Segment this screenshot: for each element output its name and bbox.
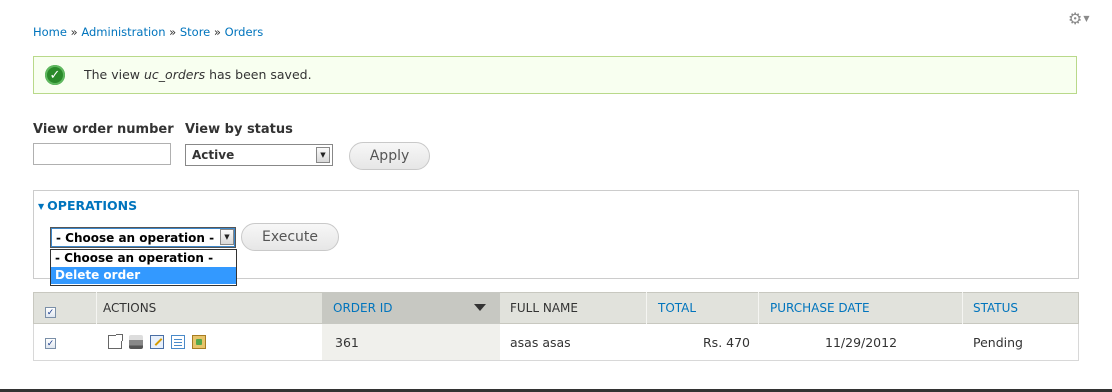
status-label: View by status xyxy=(185,122,293,137)
breadcrumb-home[interactable]: Home xyxy=(33,25,67,39)
message-prefix: The view xyxy=(84,67,141,82)
full-name-header: FULL NAME xyxy=(510,301,578,315)
message-suffix: has been saved. xyxy=(209,67,312,82)
purchase-date-header[interactable]: PURCHASE DATE xyxy=(770,292,870,324)
actions-header: ACTIONS xyxy=(103,301,157,315)
order-id-link[interactable]: 361 xyxy=(335,335,359,350)
breadcrumb: Home » Administration » Store » Orders xyxy=(33,25,263,39)
operation-select[interactable]: - Choose an operation - ▼ xyxy=(50,227,236,248)
status-message: ✓ The view uc_orders has been saved. xyxy=(33,56,1077,94)
dropdown-arrow-icon: ▼ xyxy=(220,229,234,245)
total-cell: Rs. 470 xyxy=(703,335,751,350)
header-divider xyxy=(96,292,97,324)
message-view-name: uc_orders xyxy=(144,67,206,82)
order-id-header-label: ORDER ID xyxy=(333,301,393,315)
apply-button[interactable]: Apply xyxy=(349,142,430,170)
check-icon: ✓ xyxy=(45,65,65,85)
collapse-triangle-icon: ▼ xyxy=(38,202,45,211)
status-select[interactable]: Active ▼ xyxy=(185,144,333,166)
breadcrumb-store[interactable]: Store xyxy=(180,25,210,39)
header-divider xyxy=(962,292,963,324)
settings-gear-icon[interactable]: ⚙ ▼ xyxy=(1068,10,1090,28)
print-icon[interactable] xyxy=(129,335,143,349)
breadcrumb-separator: » xyxy=(213,25,221,39)
edit-icon[interactable] xyxy=(150,335,164,349)
operation-dropdown-list: - Choose an operation - Delete order xyxy=(50,249,237,286)
order-number-label: View order number xyxy=(33,122,174,137)
execute-button[interactable]: Execute xyxy=(241,223,339,251)
breadcrumb-separator: » xyxy=(169,25,177,39)
breadcrumb-orders[interactable]: Orders xyxy=(225,25,264,39)
invoice-icon[interactable] xyxy=(171,335,185,349)
purchase-date-cell: 11/29/2012 xyxy=(825,335,898,350)
operations-toggle[interactable]: ▼ OPERATIONS xyxy=(38,198,137,213)
operation-option-delete-order[interactable]: Delete order xyxy=(51,267,236,284)
full-name-cell: asas asas xyxy=(510,335,571,350)
status-select-value: Active xyxy=(192,148,235,162)
operations-legend: OPERATIONS xyxy=(47,198,138,213)
sort-desc-icon xyxy=(474,304,486,311)
status-cell: Pending xyxy=(973,335,1023,350)
status-header[interactable]: STATUS xyxy=(973,292,1018,324)
ship-icon[interactable] xyxy=(192,335,206,349)
operation-option-choose[interactable]: - Choose an operation - xyxy=(51,250,236,267)
breadcrumb-separator: » xyxy=(70,25,78,39)
chevron-down-icon: ▼ xyxy=(1083,14,1090,23)
row-checkbox[interactable]: ✓ xyxy=(45,338,56,349)
row-action-icons xyxy=(108,334,206,349)
header-divider xyxy=(646,292,647,324)
status-message-text: The view uc_orders has been saved. xyxy=(84,67,312,82)
select-all-checkbox[interactable]: ✓ xyxy=(45,307,56,318)
breadcrumb-administration[interactable]: Administration xyxy=(81,25,165,39)
total-header[interactable]: TOTAL xyxy=(658,292,696,324)
operation-select-value: - Choose an operation - xyxy=(56,231,215,245)
header-divider xyxy=(758,292,759,324)
view-icon[interactable] xyxy=(108,334,123,349)
order-id-header[interactable]: ORDER ID xyxy=(322,292,500,324)
order-number-input[interactable] xyxy=(33,143,171,165)
dropdown-arrow-icon: ▼ xyxy=(316,147,330,163)
